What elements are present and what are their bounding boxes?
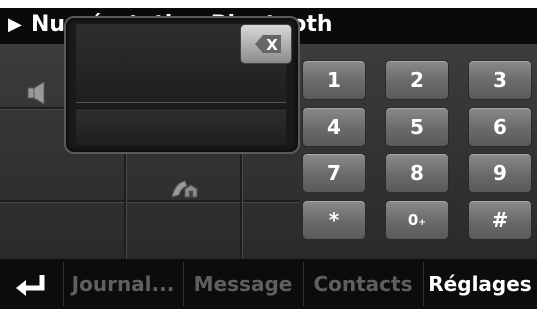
backspace-icon: X xyxy=(255,35,281,54)
key-8[interactable]: 8 xyxy=(385,153,449,193)
title-arrow-icon: ▶ xyxy=(8,14,22,35)
tab-separator xyxy=(183,262,184,306)
svg-text:X: X xyxy=(266,36,278,54)
key-4[interactable]: 4 xyxy=(302,107,366,147)
key-6[interactable]: 6 xyxy=(468,107,532,147)
backspace-button[interactable]: X xyxy=(240,24,292,64)
key-3[interactable]: 3 xyxy=(468,60,532,100)
redial-icon[interactable] xyxy=(169,175,199,201)
tab-separator xyxy=(63,262,64,306)
tab-separator xyxy=(423,262,424,306)
key-hash[interactable]: # xyxy=(468,200,532,240)
key-9[interactable]: 9 xyxy=(468,153,532,193)
key-7[interactable]: 7 xyxy=(302,153,366,193)
back-arrow-icon[interactable] xyxy=(12,272,52,298)
tab-message[interactable]: Message xyxy=(183,259,303,309)
key-star[interactable]: * xyxy=(302,200,366,240)
speaker-icon[interactable] xyxy=(26,80,48,106)
key-1[interactable]: 1 xyxy=(302,60,366,100)
tab-journal[interactable]: Journal... xyxy=(63,259,183,309)
key-2[interactable]: 2 xyxy=(385,60,449,100)
key-5[interactable]: 5 xyxy=(385,107,449,147)
grid-line xyxy=(0,200,300,202)
tab-reglages[interactable]: Réglages xyxy=(423,259,537,309)
tab-contacts[interactable]: Contacts xyxy=(303,259,423,309)
tab-separator xyxy=(303,262,304,306)
key-0[interactable]: 0₊ xyxy=(385,200,449,240)
contact-name-field xyxy=(76,108,286,145)
